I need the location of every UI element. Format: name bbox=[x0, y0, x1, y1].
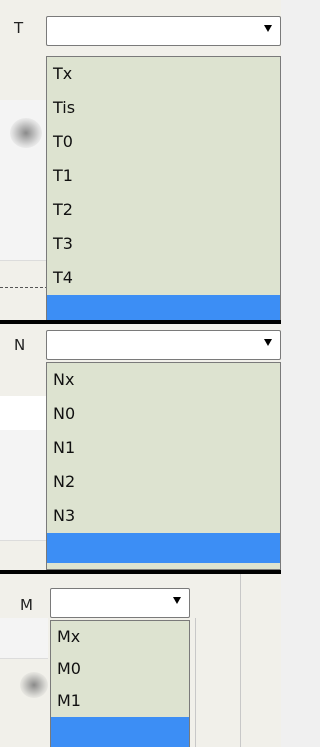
n-stage-panel: N Nx N0 N1 N2 N3 bbox=[0, 324, 281, 570]
background-blur bbox=[10, 118, 42, 148]
background-cell bbox=[0, 618, 48, 659]
m-field-label: M bbox=[20, 596, 33, 614]
n-field-label: N bbox=[14, 336, 26, 354]
t-stage-panel: T Tx Tis T0 T1 T2 T3 T4 bbox=[0, 0, 281, 320]
t-option[interactable]: Tx bbox=[47, 57, 280, 91]
chevron-down-icon[interactable] bbox=[264, 339, 272, 346]
t-select[interactable] bbox=[46, 16, 281, 46]
background-divider bbox=[240, 574, 241, 747]
t-option[interactable]: T0 bbox=[47, 125, 280, 159]
n-option[interactable]: Nx bbox=[47, 363, 280, 397]
chevron-down-icon[interactable] bbox=[173, 597, 181, 604]
n-option[interactable]: N1 bbox=[47, 431, 280, 465]
background-cell bbox=[0, 200, 48, 261]
m-option-highlighted[interactable] bbox=[51, 717, 189, 747]
t-option-highlighted[interactable] bbox=[47, 295, 280, 320]
t-option[interactable]: T1 bbox=[47, 159, 280, 193]
chevron-down-icon[interactable] bbox=[264, 25, 272, 32]
background-divider bbox=[195, 618, 196, 747]
m-options-list[interactable]: Mx M0 M1 bbox=[50, 620, 190, 747]
n-option[interactable]: N0 bbox=[47, 397, 280, 431]
m-select[interactable] bbox=[50, 588, 190, 618]
t-field-label: T bbox=[14, 19, 24, 37]
n-select[interactable] bbox=[46, 330, 281, 360]
t-option[interactable]: T2 bbox=[47, 193, 280, 227]
background-cell bbox=[0, 430, 48, 501]
n-option-highlighted[interactable] bbox=[47, 533, 280, 563]
background-cell bbox=[0, 396, 48, 431]
m-option[interactable]: M1 bbox=[51, 685, 189, 717]
background-divider bbox=[0, 287, 48, 288]
n-option[interactable]: N3 bbox=[47, 499, 280, 533]
m-option[interactable]: M0 bbox=[51, 653, 189, 685]
n-options-list[interactable]: Nx N0 N1 N2 N3 bbox=[46, 362, 281, 570]
n-option[interactable]: N2 bbox=[47, 465, 280, 499]
t-option[interactable]: Tis bbox=[47, 91, 280, 125]
t-options-list[interactable]: Tx Tis T0 T1 T2 T3 T4 bbox=[46, 56, 281, 320]
background-blur bbox=[20, 672, 48, 698]
t-option[interactable]: T4 bbox=[47, 261, 280, 295]
background-cell bbox=[0, 500, 48, 541]
t-option[interactable]: T3 bbox=[47, 227, 280, 261]
background-cell bbox=[0, 160, 48, 201]
m-stage-panel: M Mx M0 M1 bbox=[0, 574, 281, 747]
m-option[interactable]: Mx bbox=[51, 621, 189, 653]
